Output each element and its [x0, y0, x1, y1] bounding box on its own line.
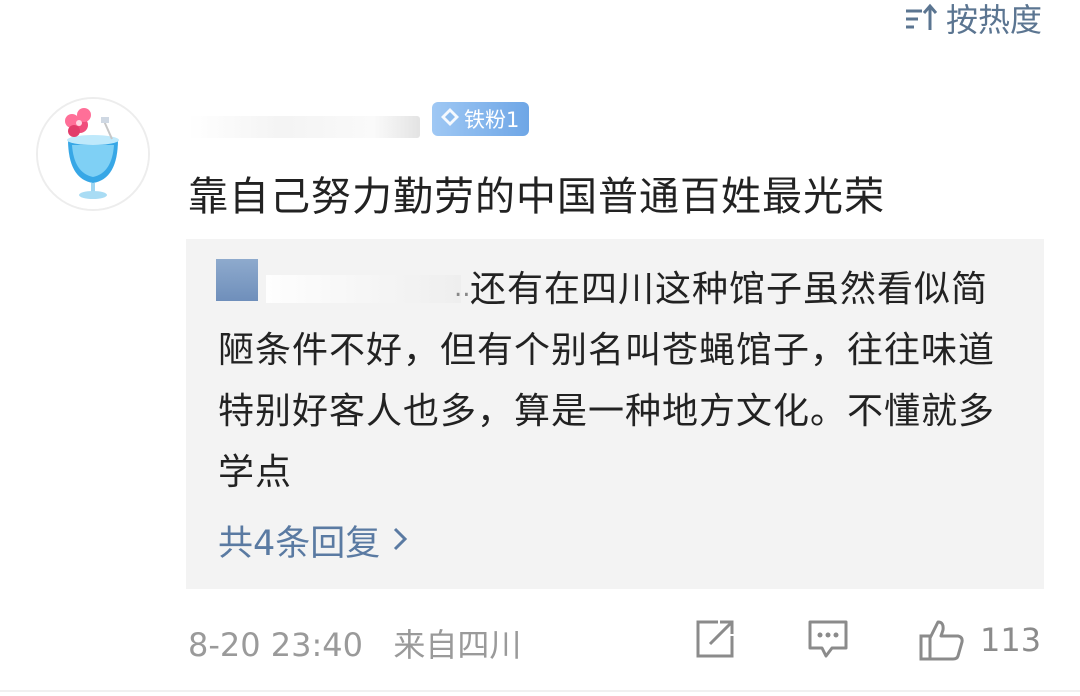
cocktail-avatar-icon [38, 99, 148, 209]
comment-button[interactable] [806, 618, 850, 660]
share-icon [694, 618, 736, 660]
diamond-icon [440, 107, 460, 132]
comment-text: 靠自己努力勤劳的中国普通百姓最光荣 [188, 174, 885, 220]
share-button[interactable] [694, 618, 736, 660]
fan-badge-label: 铁粉1 [464, 108, 520, 132]
comment-location: 来自四川 [393, 626, 522, 664]
fan-level-badge: 铁粉1 [432, 102, 530, 136]
reply-count-label: 共4条回复 [218, 524, 381, 564]
like-count: 113 [980, 621, 1042, 659]
sort-by-hot-button[interactable]: 按热度 [904, 0, 1042, 39]
avatar[interactable] [36, 97, 150, 211]
reply-text-block: 还有在四川这种馆子虽然看似简陋条件不好，但有个别名叫苍蝇馆子，往往味道特别好客人… [218, 259, 1018, 503]
like-button[interactable]: 113 [918, 618, 1041, 662]
view-replies-link[interactable]: 共4条回复 [218, 515, 408, 566]
username-redacted [188, 116, 420, 138]
reply-preview[interactable]: 还有在四川这种馆子虽然看似简陋条件不好，但有个别名叫苍蝇馆子，往往味道特别好客人… [186, 239, 1044, 589]
reply-name-ellipsis: .. [454, 273, 471, 303]
sort-icon [904, 3, 938, 33]
comment-icon [806, 618, 850, 660]
chevron-right-icon [392, 521, 408, 561]
bottom-divider [0, 690, 1080, 692]
comment-time: 8-20 23:40 [188, 626, 364, 664]
thumbs-up-icon [918, 618, 966, 662]
comment-meta: 8-20 23:40 来自四川 [188, 620, 521, 666]
sort-label: 按热度 [945, 1, 1042, 39]
reply-text: 还有在四川这种馆子虽然看似简陋条件不好，但有个别名叫苍蝇馆子，往往味道特别好客人… [218, 269, 996, 493]
